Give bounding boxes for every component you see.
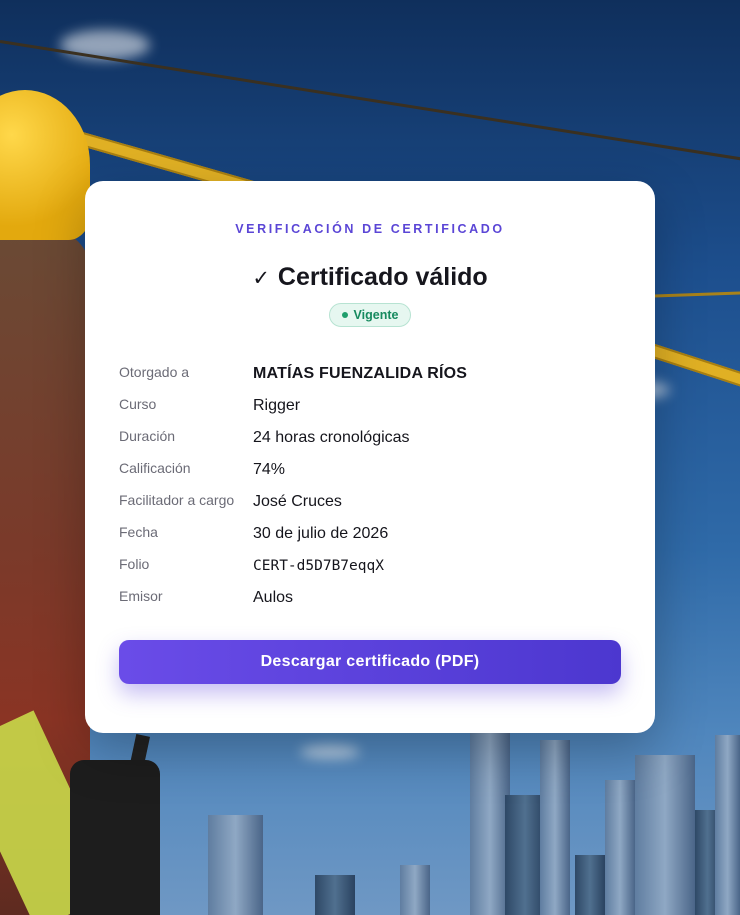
detail-value-date: 30 de julio de 2026 bbox=[253, 525, 389, 542]
detail-label: Emisor bbox=[119, 588, 163, 604]
detail-row-folio: Folio CERT-d5D7B7eqqX bbox=[119, 550, 621, 582]
detail-row-calificacion: Calificación 74% bbox=[119, 454, 621, 486]
detail-row-otorgado: Otorgado a MATÍAS FUENZALIDA RÍOS bbox=[119, 358, 621, 390]
status-badge-label: Vigente bbox=[353, 308, 399, 322]
status-dot-icon bbox=[341, 312, 348, 318]
detail-value-folio: CERT-d5D7B7eqqX bbox=[253, 558, 384, 574]
verification-heading: VERIFICACIÓN DE CERTIFICADO bbox=[235, 222, 505, 236]
status-badge: Vigente bbox=[328, 303, 412, 327]
detail-label: Fecha bbox=[119, 524, 158, 540]
detail-label: Facilitador a cargo bbox=[119, 492, 235, 508]
download-certificate-button[interactable]: Descargar certificado (PDF) bbox=[119, 640, 621, 684]
detail-row-emisor: Emisor Aulos bbox=[119, 582, 621, 614]
detail-row-fecha: Fecha 30 de julio de 2026 bbox=[119, 518, 621, 550]
detail-label: Duración bbox=[119, 428, 176, 444]
detail-row-duracion: Duración 24 horas cronológicas bbox=[119, 422, 621, 454]
detail-value-facilitator: José Cruces bbox=[253, 493, 342, 510]
detail-value-recipient: MATÍAS FUENZALIDA RÍOS bbox=[253, 365, 468, 382]
page-title: ✓ Certificado válido bbox=[119, 260, 621, 294]
certificate-details: Otorgado a MATÍAS FUENZALIDA RÍOS Curso … bbox=[119, 358, 621, 614]
detail-row-facilitador: Facilitador a cargo José Cruces bbox=[119, 486, 621, 518]
detail-label: Curso bbox=[119, 396, 157, 412]
title-text: Certificado válido bbox=[277, 263, 488, 291]
detail-value-issuer: Aulos bbox=[253, 589, 294, 606]
certificate-card: VERIFICACIÓN DE CERTIFICADO ✓ Certificado… bbox=[85, 181, 655, 733]
detail-row-curso: Curso Rigger bbox=[119, 390, 621, 422]
detail-value-course: Rigger bbox=[253, 397, 301, 414]
detail-label: Calificación bbox=[119, 460, 191, 476]
detail-label: Folio bbox=[119, 556, 150, 572]
detail-value-duration: 24 horas cronológicas bbox=[253, 429, 410, 446]
check-icon: ✓ bbox=[252, 266, 270, 290]
detail-label: Otorgado a bbox=[119, 364, 190, 380]
detail-value-grade: 74% bbox=[253, 461, 286, 478]
